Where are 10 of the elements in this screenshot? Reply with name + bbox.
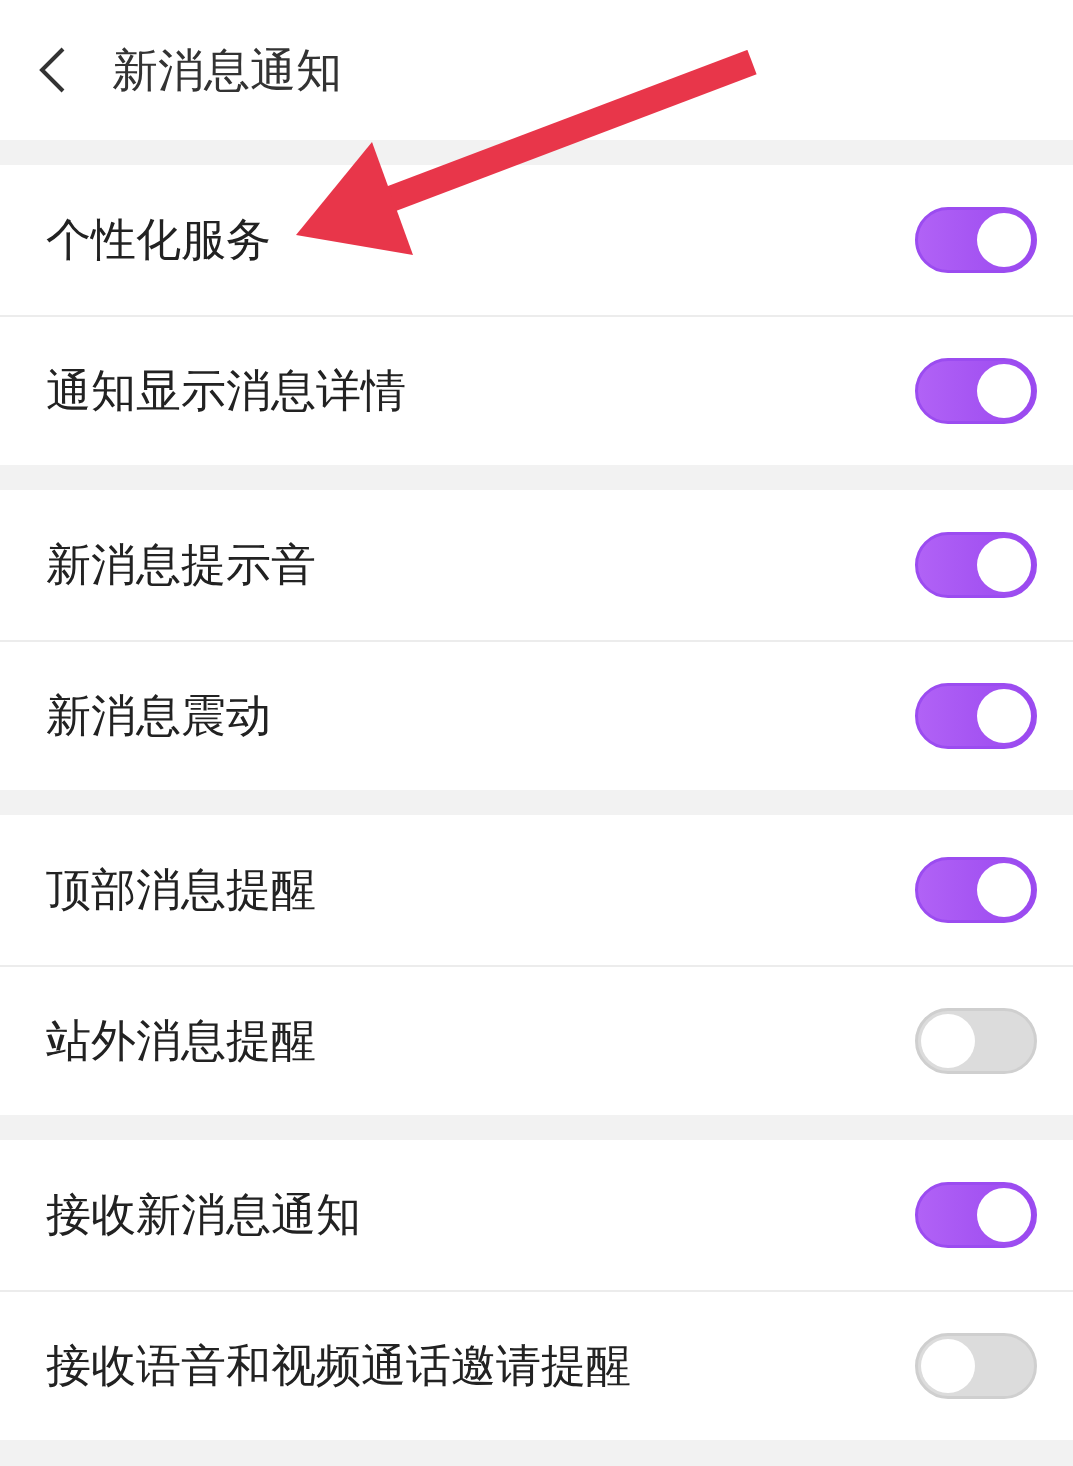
setting-label: 新消息震动 — [46, 688, 271, 745]
setting-label: 接收语音和视频通话邀请提醒 — [46, 1338, 631, 1395]
setting-label: 新消息提示音 — [46, 537, 316, 594]
setting-label: 站外消息提醒 — [46, 1013, 316, 1070]
setting-label: 接收新消息通知 — [46, 1187, 361, 1244]
setting-label: 通知显示消息详情 — [46, 363, 406, 420]
setting-label: 顶部消息提醒 — [46, 862, 316, 919]
setting-label: 个性化服务 — [46, 212, 271, 269]
back-icon[interactable] — [38, 47, 66, 93]
page-title: 新消息通知 — [112, 41, 342, 99]
